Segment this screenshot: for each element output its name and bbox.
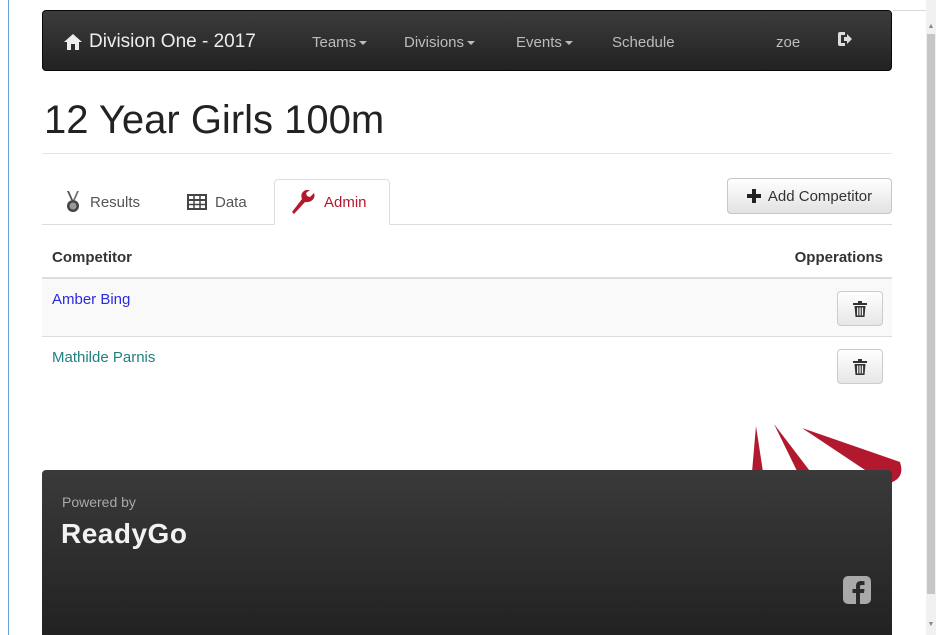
nav-divisions-label: Divisions <box>404 34 465 51</box>
tab-admin[interactable]: Admin <box>274 179 390 225</box>
tab-results[interactable]: Results <box>49 179 155 225</box>
column-header-competitor: Competitor <box>52 249 132 266</box>
column-header-operations: Opperations <box>794 249 883 266</box>
home-icon <box>64 34 82 50</box>
page-title: 12 Year Girls 100m <box>44 98 385 142</box>
powered-by-label: Powered by <box>62 494 136 510</box>
top-navbar: Division One - 2017 Teams Divisions Even… <box>42 10 892 71</box>
nav-events-label: Events <box>516 34 562 51</box>
nav-divisions[interactable]: Divisions <box>404 34 476 51</box>
footer: Powered by ReadyGo <box>42 470 892 635</box>
add-competitor-button[interactable]: Add Competitor <box>727 178 892 214</box>
nav-user-label: zoe <box>776 34 801 51</box>
tab-results-label: Results <box>90 193 141 211</box>
medal-icon <box>67 191 79 212</box>
nav-events[interactable]: Events <box>516 34 573 51</box>
delete-button[interactable] <box>837 349 883 384</box>
caret-down-icon <box>359 41 368 46</box>
page-left-border <box>8 0 9 635</box>
table-row: Mathilde Parnis <box>42 337 892 394</box>
brand-link[interactable]: Division One - 2017 <box>63 31 256 53</box>
vertical-scrollbar[interactable]: ▲ ▼ <box>926 0 936 635</box>
delete-button[interactable] <box>837 291 883 326</box>
nav-schedule-label: Schedule <box>612 34 675 51</box>
tab-data-label: Data <box>215 193 247 211</box>
caret-down-icon <box>467 41 476 46</box>
add-competitor-label: Add Competitor <box>767 187 873 205</box>
trash-icon <box>853 300 867 317</box>
plus-icon <box>746 189 761 203</box>
table-row: Amber Bing <box>42 279 892 336</box>
tab-data[interactable]: Data <box>172 179 262 225</box>
competitor-link[interactable]: Amber Bing <box>52 291 130 308</box>
title-divider <box>42 153 892 154</box>
nav-teams[interactable]: Teams <box>312 34 368 51</box>
nav-teams-label: Teams <box>312 34 357 51</box>
facebook-icon[interactable] <box>843 576 871 604</box>
nav-schedule[interactable]: Schedule <box>612 34 675 51</box>
readygo-logo[interactable]: ReadyGo <box>61 518 187 550</box>
tab-admin-label: Admin <box>324 193 367 211</box>
table-icon <box>187 194 207 210</box>
tabs-divider <box>42 224 892 225</box>
scroll-thumb[interactable] <box>927 34 935 594</box>
logout-icon[interactable] <box>837 31 853 52</box>
trash-icon <box>853 358 867 375</box>
nav-user[interactable]: zoe <box>776 34 800 51</box>
scroll-up-icon[interactable]: ▲ <box>926 22 936 32</box>
caret-down-icon <box>564 41 573 46</box>
competitor-link[interactable]: Mathilde Parnis <box>52 349 155 366</box>
wrench-icon <box>292 190 315 214</box>
brand-label: Division One - 2017 <box>89 31 256 52</box>
scroll-down-icon[interactable]: ▼ <box>926 620 936 630</box>
